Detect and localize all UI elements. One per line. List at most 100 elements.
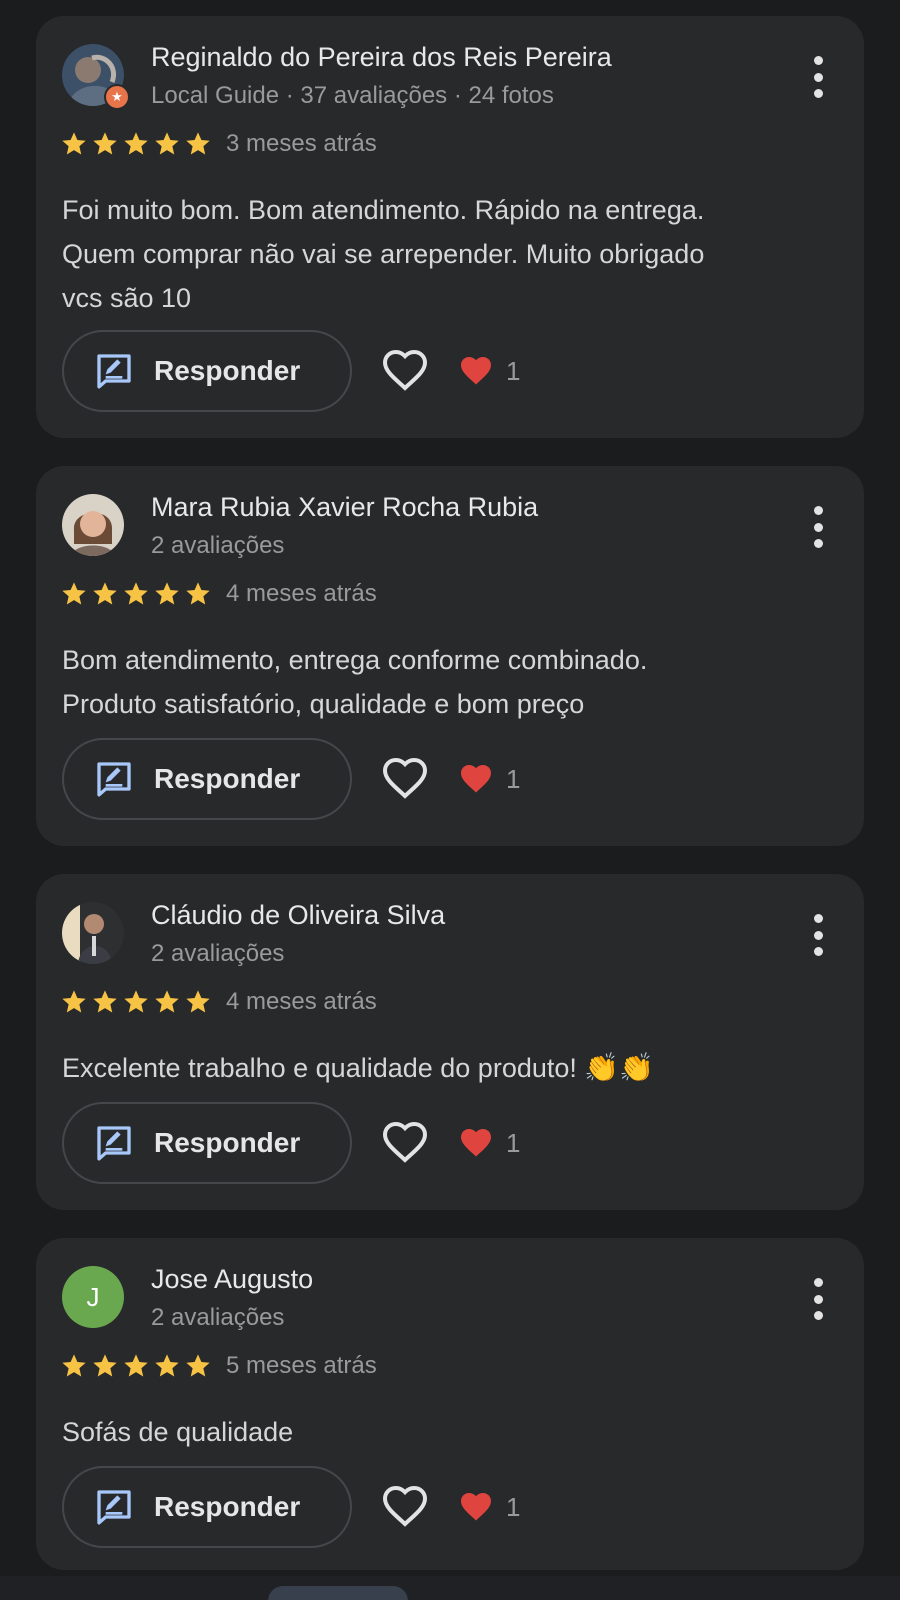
heart-outline-icon — [382, 1121, 428, 1163]
reply-button[interactable]: Responder — [62, 738, 352, 820]
star-icon — [62, 582, 86, 605]
star-icon — [124, 582, 148, 605]
red-heart-icon — [461, 1493, 491, 1521]
reply-icon — [97, 354, 131, 389]
star-icon — [186, 132, 210, 155]
star-icon — [62, 132, 86, 155]
review-text: Sofás de qualidade — [62, 1417, 294, 1447]
like-button[interactable] — [380, 754, 430, 804]
heart-outline-icon — [382, 349, 428, 391]
more-vert-icon[interactable] — [810, 914, 826, 956]
reply-button[interactable]: Responder — [62, 1466, 352, 1548]
reply-icon — [97, 1126, 131, 1161]
review-text: Excelente trabalho e qualidade do produt… — [62, 1046, 842, 1090]
reviewer-name[interactable]: Reginaldo do Pereira dos Reis Pereira — [151, 42, 612, 73]
reaction-summary[interactable]: 1 — [458, 1489, 520, 1525]
review-text: Bom atendimento, entrega conforme combin… — [62, 645, 648, 719]
rating-row: 4 meses atrás — [60, 988, 377, 1016]
avatar[interactable]: ★ — [62, 44, 130, 110]
star-icon — [93, 132, 117, 155]
star-icon — [93, 1354, 117, 1377]
clapping-hands-emoji: 👏👏 — [584, 1052, 655, 1083]
star-icon — [186, 582, 210, 605]
review-time: 4 meses atrás — [226, 580, 377, 607]
reaction-count: 1 — [506, 1491, 521, 1522]
review-time: 4 meses atrás — [226, 988, 377, 1015]
red-heart-icon — [461, 765, 491, 793]
avatar-letter: J — [62, 1266, 124, 1328]
reply-label: Responder — [154, 763, 301, 794]
reviewer-name[interactable]: Jose Augusto — [151, 1264, 313, 1295]
reply-label: Responder — [154, 1491, 301, 1522]
star-rating — [60, 580, 212, 608]
reply-icon — [97, 1490, 131, 1525]
review-card: Cláudio de Oliveira Silva 2 avaliações 4… — [36, 874, 864, 1210]
review-actions: Responder 1 — [62, 1466, 520, 1548]
reply-label: Responder — [154, 1127, 301, 1158]
review-text: Foi muito bom. Bom atendimento. Rápido n… — [62, 195, 705, 313]
more-vert-icon[interactable] — [810, 1278, 826, 1320]
star-icon — [155, 990, 179, 1013]
reaction-count: 1 — [506, 763, 521, 794]
star-rating — [60, 988, 212, 1016]
review-actions: Responder 1 — [62, 738, 520, 820]
star-icon — [124, 1354, 148, 1377]
avatar[interactable] — [62, 494, 124, 556]
reply-label: Responder — [154, 355, 301, 386]
star-icon — [186, 990, 210, 1013]
reviewer-meta: 2 avaliações — [151, 1304, 285, 1331]
reaction-summary[interactable]: 1 — [458, 761, 520, 797]
reviewer-name[interactable]: Mara Rubia Xavier Rocha Rubia — [151, 492, 538, 523]
review-card: J Jose Augusto 2 avaliações 5 meses atrá… — [36, 1238, 864, 1570]
rating-row: 5 meses atrás — [60, 1352, 377, 1380]
reviewer-name[interactable]: Cláudio de Oliveira Silva — [151, 900, 445, 931]
review-card: ★ Reginaldo do Pereira dos Reis Pereira … — [36, 16, 864, 438]
star-icon — [62, 990, 86, 1013]
star-icon — [93, 582, 117, 605]
like-button[interactable] — [380, 346, 430, 396]
star-icon — [186, 1354, 210, 1377]
star-rating — [60, 1352, 212, 1380]
reviews-feed: ★ Reginaldo do Pereira dos Reis Pereira … — [0, 0, 900, 1600]
like-button[interactable] — [380, 1118, 430, 1168]
more-vert-icon[interactable] — [810, 506, 826, 548]
star-icon — [124, 132, 148, 155]
red-heart-icon — [461, 357, 491, 385]
rating-row: 3 meses atrás — [60, 130, 377, 158]
bottom-navigation-bar — [0, 1576, 900, 1600]
reviewer-meta: Local Guide · 37 avaliações · 24 fotos — [151, 82, 554, 109]
star-icon — [155, 132, 179, 155]
star-icon — [124, 990, 148, 1013]
red-heart-icon — [461, 1129, 491, 1157]
star-icon — [155, 582, 179, 605]
review-card: Mara Rubia Xavier Rocha Rubia 2 avaliaçõ… — [36, 466, 864, 846]
reply-icon — [97, 762, 131, 797]
reviewer-meta: 2 avaliações — [151, 532, 285, 559]
local-guide-badge-icon: ★ — [104, 84, 130, 110]
like-button[interactable] — [380, 1482, 430, 1532]
rating-row: 4 meses atrás — [60, 580, 377, 608]
avatar[interactable] — [62, 902, 124, 964]
star-icon — [155, 1354, 179, 1377]
reaction-count: 1 — [506, 1127, 521, 1158]
heart-outline-icon — [382, 1485, 428, 1527]
avatar-photo — [62, 494, 124, 556]
star-rating — [60, 130, 212, 158]
reply-button[interactable]: Responder — [62, 330, 352, 412]
review-actions: Responder 1 — [62, 1102, 520, 1184]
star-icon — [93, 990, 117, 1013]
review-time: 5 meses atrás — [226, 1352, 377, 1379]
review-text-body: Excelente trabalho e qualidade do produt… — [62, 1053, 577, 1083]
avatar[interactable]: J — [62, 1266, 124, 1328]
reaction-summary[interactable]: 1 — [458, 353, 520, 389]
review-time: 3 meses atrás — [226, 130, 377, 157]
avatar-photo — [62, 902, 124, 964]
review-actions: Responder 1 — [62, 330, 520, 412]
heart-outline-icon — [382, 757, 428, 799]
star-icon — [62, 1354, 86, 1377]
reaction-summary[interactable]: 1 — [458, 1125, 520, 1161]
reply-button[interactable]: Responder — [62, 1102, 352, 1184]
reviewer-meta: 2 avaliações — [151, 940, 285, 967]
active-nav-tab[interactable] — [268, 1586, 408, 1600]
more-vert-icon[interactable] — [810, 56, 826, 98]
